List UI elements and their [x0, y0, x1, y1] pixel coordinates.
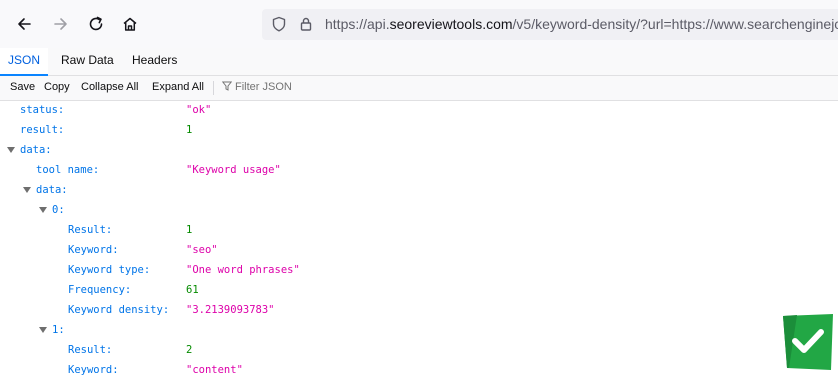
json-key: 1:: [52, 324, 65, 336]
json-value: "content": [186, 364, 243, 376]
reload-icon: [89, 16, 103, 31]
json-key: result:: [20, 124, 65, 136]
expand-triangle-icon[interactable]: [39, 327, 47, 333]
back-button[interactable]: [11, 11, 37, 37]
json-value: "Keyword usage": [186, 164, 281, 176]
json-row-item-0-result[interactable]: Result: 1: [0, 220, 838, 240]
json-row-status[interactable]: status: "ok": [0, 100, 838, 120]
filter-json-input[interactable]: Filter JSON: [221, 81, 292, 93]
json-row-item-1-result[interactable]: Result: 2: [0, 340, 838, 360]
expand-triangle-icon[interactable]: [39, 207, 47, 213]
checkmark-badge-icon: [783, 314, 833, 370]
filter-placeholder: Filter JSON: [235, 81, 292, 93]
json-row-item-1[interactable]: 1:: [0, 320, 838, 340]
json-key: Keyword type:: [68, 264, 151, 276]
shield-icon[interactable]: [271, 16, 287, 32]
json-value: "3.2139093783": [186, 304, 275, 316]
json-value: "One word phrases": [186, 264, 300, 276]
collapse-all-button[interactable]: Collapse All: [81, 81, 138, 93]
tab-json[interactable]: JSON: [0, 48, 48, 76]
json-tree: status: "ok" result: 1 data: tool name: …: [0, 100, 838, 382]
json-key: status:: [20, 104, 65, 116]
url-host: seoreviewtools.com: [389, 16, 513, 32]
json-value: 1: [186, 124, 193, 136]
lock-icon[interactable]: [298, 16, 314, 32]
json-row-item-0-type[interactable]: Keyword type: "One word phrases": [0, 260, 838, 280]
json-key: Frequency:: [68, 284, 132, 296]
expand-triangle-icon[interactable]: [23, 187, 31, 193]
json-key: Keyword:: [68, 364, 119, 376]
json-row-item-0-frequency[interactable]: Frequency: 61: [0, 280, 838, 300]
json-row-inner-data[interactable]: data:: [0, 180, 838, 200]
json-value: 2: [186, 344, 193, 356]
json-key: Result:: [68, 344, 113, 356]
expand-triangle-icon[interactable]: [7, 147, 15, 153]
url-bar[interactable]: https://api.seoreviewtools.com/v5/keywor…: [262, 9, 838, 40]
json-key: tool name:: [36, 164, 100, 176]
json-toolbar: Save Copy Collapse All Expand All Filter…: [0, 76, 838, 101]
json-key: 0:: [52, 204, 65, 216]
reload-button[interactable]: [83, 11, 109, 37]
json-key: data:: [36, 184, 68, 196]
json-row-tool-name[interactable]: tool name: "Keyword usage": [0, 160, 838, 180]
json-value: 1: [186, 224, 193, 236]
home-icon: [123, 17, 137, 31]
json-row-item-0-keyword[interactable]: Keyword: "seo": [0, 240, 838, 260]
url-prefix: https://api.: [325, 16, 390, 32]
url-suffix: /v5/keyword-density/?url=https://www.sea…: [512, 16, 838, 32]
save-button[interactable]: Save: [10, 81, 35, 93]
expand-all-button[interactable]: Expand All: [152, 81, 204, 93]
toolbar-divider: [213, 81, 214, 95]
json-row-item-0[interactable]: 0:: [0, 200, 838, 220]
json-key: Keyword density:: [68, 304, 170, 316]
json-key: Keyword:: [68, 244, 119, 256]
json-row-item-1-keyword[interactable]: Keyword: "content": [0, 360, 838, 380]
json-row-data[interactable]: data:: [0, 140, 838, 160]
json-key: Result:: [68, 224, 113, 236]
browser-navbar: https://api.seoreviewtools.com/v5/keywor…: [0, 0, 838, 49]
url-text[interactable]: https://api.seoreviewtools.com/v5/keywor…: [325, 16, 838, 32]
json-key: data:: [20, 144, 52, 156]
home-button[interactable]: [117, 11, 143, 37]
copy-button[interactable]: Copy: [44, 81, 70, 93]
arrow-right-icon: [54, 18, 67, 30]
filter-icon: [221, 81, 233, 91]
json-row-result[interactable]: result: 1: [0, 120, 838, 140]
tab-raw-data[interactable]: Raw Data: [61, 48, 114, 74]
arrow-left-icon: [18, 18, 31, 30]
json-value: 61: [186, 284, 199, 296]
json-value: "seo": [186, 244, 218, 256]
forward-button[interactable]: [48, 11, 74, 37]
json-row-item-0-density[interactable]: Keyword density: "3.2139093783": [0, 300, 838, 320]
json-value: "ok": [186, 104, 212, 116]
tab-headers[interactable]: Headers: [132, 48, 177, 74]
viewer-tabbar: JSON Raw Data Headers: [0, 48, 838, 76]
